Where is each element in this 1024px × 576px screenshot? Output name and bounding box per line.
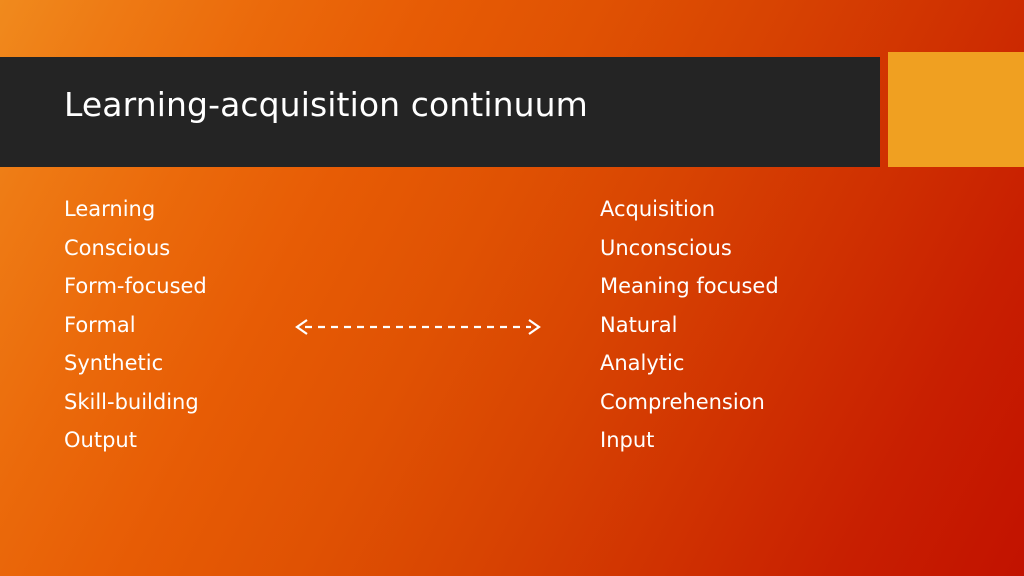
list-item: Natural	[600, 312, 678, 337]
list-item: Comprehension	[600, 389, 765, 414]
left-column: Learning Conscious Form-focused Formal S…	[64, 190, 207, 460]
list-item: Conscious	[64, 235, 171, 260]
list-item: Acquisition	[600, 197, 716, 221]
page-title: Learning-acquisition continuum	[64, 85, 588, 124]
slide: Learning-acquisition continuum Learning …	[0, 0, 1024, 576]
list-item: Meaning focused	[600, 274, 779, 298]
list-item: Unconscious	[600, 235, 732, 260]
list-item: Output	[64, 428, 137, 452]
right-column: Acquisition Unconscious Meaning focused …	[600, 190, 779, 460]
accent-block	[888, 52, 1024, 167]
list-item: Skill-building	[64, 389, 199, 414]
list-item: Synthetic	[64, 351, 164, 375]
list-item: Form-focused	[64, 274, 207, 298]
list-item: Input	[600, 428, 655, 452]
list-item: Analytic	[600, 351, 685, 375]
list-item: Learning	[64, 197, 156, 221]
list-item: Formal	[64, 312, 136, 337]
double-headed-dashed-arrow-icon	[293, 317, 543, 337]
